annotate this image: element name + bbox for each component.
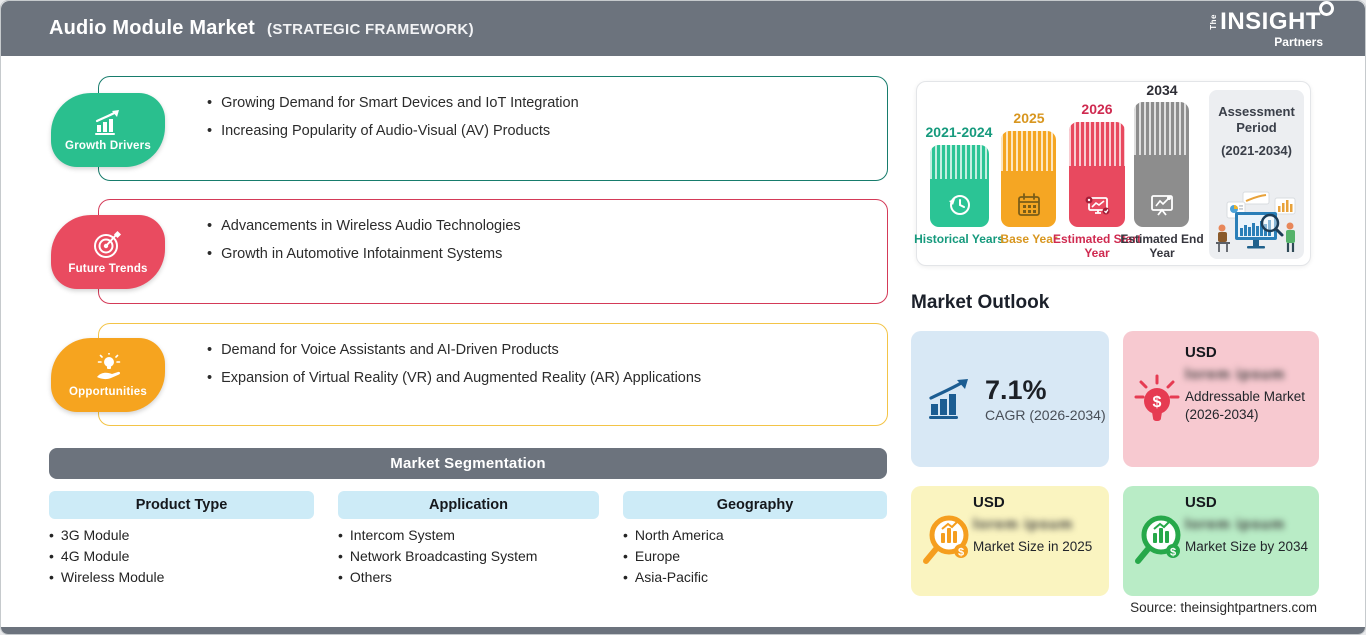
- list-item: 4G Module: [49, 546, 164, 567]
- market-segmentation-title: Market Segmentation: [49, 448, 887, 479]
- logo-the: The: [1210, 14, 1218, 30]
- assessment-range: (2021-2034): [1209, 143, 1304, 158]
- presentation-icon: [1148, 192, 1176, 218]
- insight-partners-logo: The INSIGHT Partners: [1210, 10, 1321, 48]
- list-item: Growing Demand for Smart Devices and IoT…: [207, 95, 867, 112]
- base-year-bar: [1001, 131, 1056, 227]
- market-size-2034-card: $ USD lorem ipsum Market Size by 2034: [1123, 486, 1319, 596]
- growth-drivers-list: Growing Demand for Smart Devices and IoT…: [99, 77, 887, 140]
- assessment-line: Assessment: [1209, 104, 1304, 120]
- list-item: Network Broadcasting System: [338, 546, 537, 567]
- future-trends-badge: Future Trends: [51, 215, 165, 289]
- logo-top: The INSIGHT: [1210, 10, 1321, 34]
- card-label: Addressable Market (2026-2034): [1185, 388, 1309, 424]
- magnifier-chart-orange-icon: $: [921, 513, 973, 569]
- opportunities-box: Demand for Voice Assistants and AI-Drive…: [98, 323, 888, 426]
- svg-text:$: $: [958, 547, 964, 559]
- card-label: Market Size in 2025: [973, 538, 1099, 556]
- growth-drivers-badge: Growth Drivers: [51, 93, 165, 167]
- list-item: Asia-Pacific: [623, 567, 724, 588]
- geography-list: North America Europe Asia-Pacific: [623, 525, 724, 588]
- magnifier-chart-green-icon: $: [1133, 513, 1185, 569]
- bar-caption: Estimated End Year: [1116, 232, 1208, 260]
- header-titles: Audio Module Market (STRATEGIC FRAMEWORK…: [49, 17, 474, 40]
- opportunities-list: Demand for Voice Assistants and AI-Drive…: [99, 324, 887, 387]
- currency-label: USD: [973, 494, 1099, 511]
- list-item: Increasing Popularity of Audio-Visual (A…: [207, 123, 867, 140]
- list-item: Advancements in Wireless Audio Technolog…: [207, 218, 867, 235]
- historical-years-bar: [930, 145, 989, 227]
- badge-label: Future Trends: [68, 263, 147, 275]
- addressable-market-card: $ USD lorem ipsum Addressable Market (20…: [1123, 331, 1319, 467]
- cagr-value: 7.1%: [985, 375, 1106, 405]
- market-outlook-title: Market Outlook: [911, 292, 1049, 314]
- growth-drivers-box: Growing Demand for Smart Devices and IoT…: [98, 76, 888, 181]
- estimated-end-year-bar: [1134, 102, 1189, 227]
- magnifier-ring-icon: [1319, 1, 1334, 16]
- future-trends-box: Advancements in Wireless Audio Technolog…: [98, 199, 888, 304]
- target-icon: [92, 230, 124, 260]
- currency-label: USD: [1185, 494, 1309, 511]
- assessment-line: Period: [1209, 120, 1304, 136]
- list-item: Growth in Automotive Infotainment System…: [207, 246, 867, 263]
- calendar-icon: [1016, 192, 1042, 218]
- timeline-chart-card: 2021-2024 2025 2026 2034: [916, 81, 1311, 266]
- badge-label: Opportunities: [69, 386, 147, 398]
- logo-insight: INSIGHT: [1220, 10, 1321, 34]
- market-size-2025-card: $ USD lorem ipsum Market Size in 2025: [911, 486, 1109, 596]
- idea-hand-icon: [91, 353, 125, 383]
- list-item: Europe: [623, 546, 724, 567]
- assessment-period-panel: Assessment Period (2021-2034): [1209, 90, 1304, 259]
- segmentation-col-product-type: Product Type: [49, 491, 314, 519]
- list-item: Wireless Module: [49, 567, 164, 588]
- bar-year-label: 2034: [1114, 82, 1210, 98]
- history-clock-icon: [947, 192, 973, 218]
- bottom-divider-bar: [1, 627, 1365, 634]
- cagr-text: 7.1% CAGR (2026-2034): [985, 375, 1106, 423]
- list-item: Intercom System: [338, 525, 537, 546]
- logo-partners: Partners: [1274, 36, 1323, 48]
- header-bar: Audio Module Market (STRATEGIC FRAMEWORK…: [1, 1, 1365, 56]
- svg-text:$: $: [1170, 547, 1176, 559]
- bar-year-label: 2021-2024: [911, 124, 1007, 140]
- card-label: Market Size by 2034: [1185, 538, 1309, 556]
- svg-text:$: $: [1153, 394, 1162, 411]
- card-body: USD lorem ipsum Market Size in 2025: [973, 494, 1099, 556]
- infographic-page: Audio Module Market (STRATEGIC FRAMEWORK…: [0, 0, 1366, 635]
- cagr-card: 7.1% CAGR (2026-2034): [911, 331, 1109, 467]
- list-item: Others: [338, 567, 537, 588]
- segmentation-col-application: Application: [338, 491, 599, 519]
- badge-label: Growth Drivers: [65, 140, 151, 152]
- list-item: Expansion of Virtual Reality (VR) and Au…: [207, 370, 867, 387]
- card-body: USD lorem ipsum Addressable Market (2026…: [1185, 344, 1309, 424]
- card-body: USD lorem ipsum Market Size by 2034: [1185, 494, 1309, 556]
- currency-label: USD: [1185, 344, 1309, 361]
- source-attribution: Source: theinsightpartners.com: [1130, 600, 1317, 615]
- blurred-value: lorem ipsum: [1185, 366, 1309, 383]
- growth-bars-arrow-icon: [927, 378, 973, 420]
- page-subtitle: (STRATEGIC FRAMEWORK): [267, 21, 474, 38]
- future-trends-list: Advancements in Wireless Audio Technolog…: [99, 200, 887, 263]
- application-list: Intercom System Network Broadcasting Sys…: [338, 525, 537, 588]
- forecast-monitor-icon: [1083, 192, 1111, 218]
- page-title: Audio Module Market: [49, 17, 255, 40]
- blurred-value: lorem ipsum: [973, 516, 1099, 533]
- bar-year-label: 2026: [1049, 101, 1145, 117]
- growth-chart-icon: [91, 109, 125, 137]
- cagr-label: CAGR (2026-2034): [985, 407, 1106, 423]
- opportunities-badge: Opportunities: [51, 338, 165, 412]
- estimated-start-year-bar: [1069, 122, 1125, 227]
- analysts-illustration: [1213, 190, 1300, 254]
- dollar-bulb-icon: $: [1133, 371, 1181, 427]
- list-item: Demand for Voice Assistants and AI-Drive…: [207, 342, 867, 359]
- blurred-value: lorem ipsum: [1185, 516, 1309, 533]
- segmentation-col-geography: Geography: [623, 491, 887, 519]
- list-item: North America: [623, 525, 724, 546]
- product-type-list: 3G Module 4G Module Wireless Module: [49, 525, 164, 588]
- list-item: 3G Module: [49, 525, 164, 546]
